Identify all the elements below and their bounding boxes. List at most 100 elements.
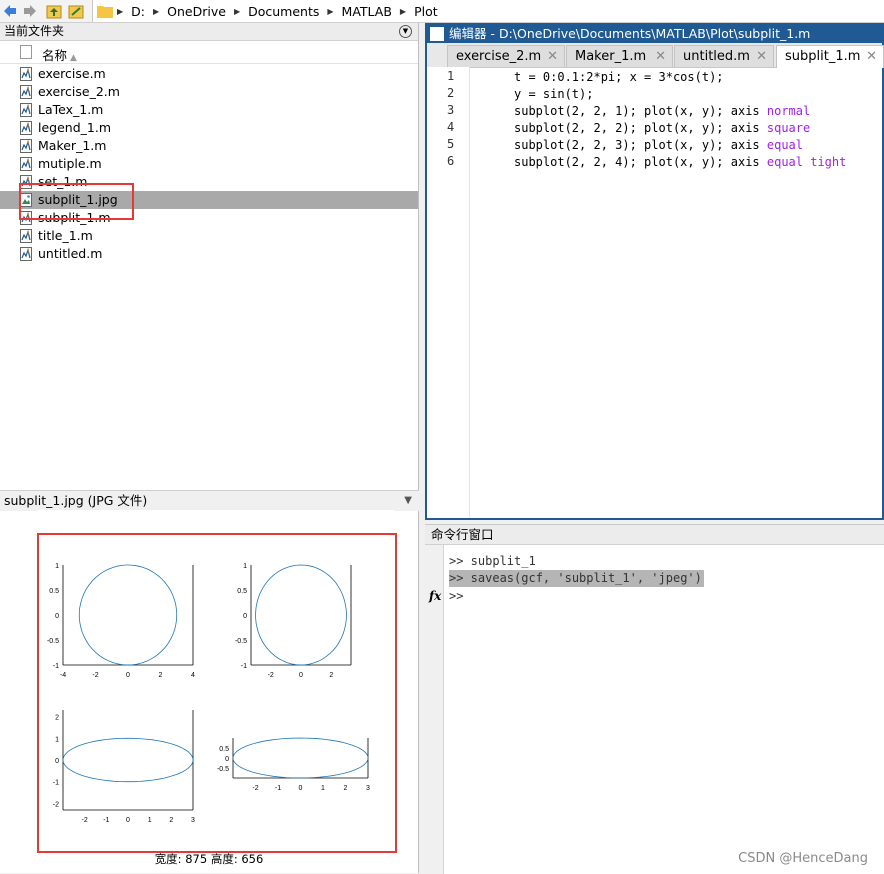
y-tick-label: 0 bbox=[55, 613, 59, 620]
preview-dimensions: 宽度: 875 高度: 656 bbox=[154, 852, 264, 866]
file-row[interactable]: exercise.m bbox=[0, 65, 418, 83]
file-row[interactable]: exercise_2.m bbox=[0, 83, 418, 101]
address-toolbar: ▶ D: ▶ OneDrive ▶ Documents ▶ MATLAB ▶ P… bbox=[0, 0, 884, 23]
x-tick-label: 2 bbox=[344, 785, 348, 792]
preview-title: subplit_1.jpg (JPG 文件) bbox=[4, 493, 148, 508]
m-file-icon bbox=[20, 229, 32, 243]
code-line[interactable]: t = 0:0.1:2*pi; x = 3*cos(t); bbox=[514, 69, 724, 86]
file-list: exercise.m exercise_2.m LaTex_1.m legend_1.… bbox=[0, 65, 418, 263]
m-file-icon bbox=[20, 247, 32, 261]
x-tick-label: 3 bbox=[366, 785, 370, 792]
tab-label: exercise_2.m bbox=[456, 49, 542, 64]
editor-panel: 编辑器 - D:\OneDrive\Documents\MATLAB\Plot\… bbox=[425, 23, 884, 520]
code-text: subplot(2, 2, 1); plot(x, y); axis bbox=[514, 104, 767, 118]
editor-icon bbox=[430, 27, 444, 41]
plot-series-line bbox=[255, 564, 347, 666]
forward-arrow-icon[interactable] bbox=[22, 3, 38, 19]
file-name: set_1.m bbox=[38, 174, 88, 189]
y-tick-label: 1 bbox=[243, 563, 247, 570]
tab-subplit-1[interactable]: subplit_1.m ✕ bbox=[776, 45, 884, 68]
command-history-line: >> subplit_1 bbox=[449, 554, 536, 568]
y-tick-label: -1 bbox=[53, 780, 59, 787]
y-tick-label: 0 bbox=[55, 758, 59, 765]
command-window[interactable]: 命令行窗口 >> subplit_1 >> saveas(gcf, 'subpl… bbox=[425, 524, 884, 874]
image-file-icon bbox=[20, 193, 32, 207]
file-name: legend_1.m bbox=[38, 120, 111, 135]
breadcrumb-item[interactable]: MATLAB bbox=[338, 4, 396, 19]
file-name: untitled.m bbox=[38, 246, 103, 261]
file-row[interactable]: LaTex_1.m bbox=[0, 101, 418, 119]
y-tick-label: -1 bbox=[53, 663, 59, 670]
x-tick-label: 0 bbox=[299, 785, 303, 792]
file-name: exercise.m bbox=[38, 66, 106, 81]
line-number: 1 bbox=[447, 69, 455, 83]
code-line[interactable]: subplot(2, 2, 1); plot(x, y); axis norma… bbox=[514, 103, 810, 120]
file-row[interactable]: subplit_1.m bbox=[0, 209, 418, 227]
file-type-column-icon bbox=[20, 45, 32, 59]
name-column-header[interactable]: 名称 ▲ bbox=[42, 45, 77, 64]
up-folder-icon[interactable] bbox=[46, 3, 62, 19]
close-icon[interactable]: ✕ bbox=[756, 46, 767, 68]
x-tick-label: 0 bbox=[126, 817, 130, 824]
code-line[interactable]: subplot(2, 2, 4); plot(x, y); axis equal… bbox=[514, 154, 846, 171]
command-window-title: 命令行窗口 bbox=[425, 525, 884, 545]
y-tick-label: -2 bbox=[53, 801, 59, 808]
file-name: subplit_1.jpg bbox=[38, 192, 118, 207]
breadcrumb-item[interactable]: D: bbox=[127, 4, 149, 19]
column-header[interactable]: 名称 ▲ bbox=[0, 41, 418, 64]
code-line[interactable]: subplot(2, 2, 2); plot(x, y); axis squar… bbox=[514, 120, 810, 137]
chevron-down-icon[interactable]: ▼ bbox=[404, 491, 412, 511]
m-file-icon bbox=[20, 175, 32, 189]
file-row[interactable]: untitled.m bbox=[0, 245, 418, 263]
file-row[interactable]: Maker_1.m bbox=[0, 137, 418, 155]
y-tick-label: -0.5 bbox=[217, 766, 229, 773]
tab-untitled[interactable]: untitled.m ✕ bbox=[674, 45, 774, 67]
y-tick-label: 1 bbox=[55, 563, 59, 570]
code-text: y = sin(t); bbox=[514, 87, 594, 101]
breadcrumb-separator: ▶ bbox=[153, 6, 160, 16]
panel-menu-icon[interactable]: ▼ bbox=[399, 25, 412, 38]
current-folder-title-text: 当前文件夹 bbox=[4, 24, 65, 38]
x-tick-label: -2 bbox=[268, 672, 274, 679]
x-tick-label: 0 bbox=[299, 672, 303, 679]
close-icon[interactable]: ✕ bbox=[547, 46, 558, 68]
tab-exercise-2[interactable]: exercise_2.m ✕ bbox=[447, 45, 565, 67]
file-name: mutiple.m bbox=[38, 156, 102, 171]
x-tick-label: -1 bbox=[103, 817, 109, 824]
close-icon[interactable]: ✕ bbox=[655, 46, 666, 68]
code-line[interactable]: subplot(2, 2, 3); plot(x, y); axis equal bbox=[514, 137, 803, 154]
code-text: subplot(2, 2, 4); plot(x, y); axis bbox=[514, 155, 767, 169]
m-file-icon bbox=[20, 211, 32, 225]
tab-maker-1[interactable]: Maker_1.m ✕ bbox=[566, 45, 673, 67]
breadcrumb-item[interactable]: Plot bbox=[410, 4, 442, 19]
file-row[interactable]: title_1.m bbox=[0, 227, 418, 245]
y-tick-label: 0 bbox=[225, 756, 229, 763]
file-row[interactable]: mutiple.m bbox=[0, 155, 418, 173]
folder-icon bbox=[97, 6, 113, 18]
x-tick-label: 2 bbox=[159, 672, 163, 679]
back-arrow-icon[interactable] bbox=[2, 3, 18, 19]
file-row[interactable]: subplit_1.jpg bbox=[0, 191, 418, 209]
browse-folder-icon[interactable] bbox=[68, 3, 84, 19]
x-tick-label: -2 bbox=[82, 817, 88, 824]
close-icon[interactable]: ✕ bbox=[866, 46, 877, 68]
breadcrumb-item[interactable]: OneDrive bbox=[163, 4, 230, 19]
x-tick-label: -2 bbox=[252, 785, 258, 792]
m-file-icon bbox=[20, 121, 32, 135]
line-number: 4 bbox=[447, 120, 455, 134]
function-browser-icon[interactable]: fx bbox=[429, 589, 441, 603]
m-file-icon bbox=[20, 103, 32, 117]
file-name: exercise_2.m bbox=[38, 84, 120, 99]
x-tick-label: -1 bbox=[275, 785, 281, 792]
command-prompt[interactable]: >> bbox=[449, 588, 463, 605]
plot-series-line bbox=[78, 564, 178, 666]
breadcrumb-item[interactable]: Documents bbox=[244, 4, 323, 19]
m-file-icon bbox=[20, 139, 32, 153]
name-column-label: 名称 bbox=[42, 48, 68, 63]
x-tick-label: 1 bbox=[321, 785, 325, 792]
editor-tab-bar: exercise_2.m ✕ Maker_1.m ✕ untitled.m ✕ sub… bbox=[427, 43, 884, 68]
file-name: title_1.m bbox=[38, 228, 93, 243]
file-row[interactable]: legend_1.m bbox=[0, 119, 418, 137]
file-row[interactable]: set_1.m bbox=[0, 173, 418, 191]
code-line[interactable]: y = sin(t); bbox=[514, 86, 593, 103]
